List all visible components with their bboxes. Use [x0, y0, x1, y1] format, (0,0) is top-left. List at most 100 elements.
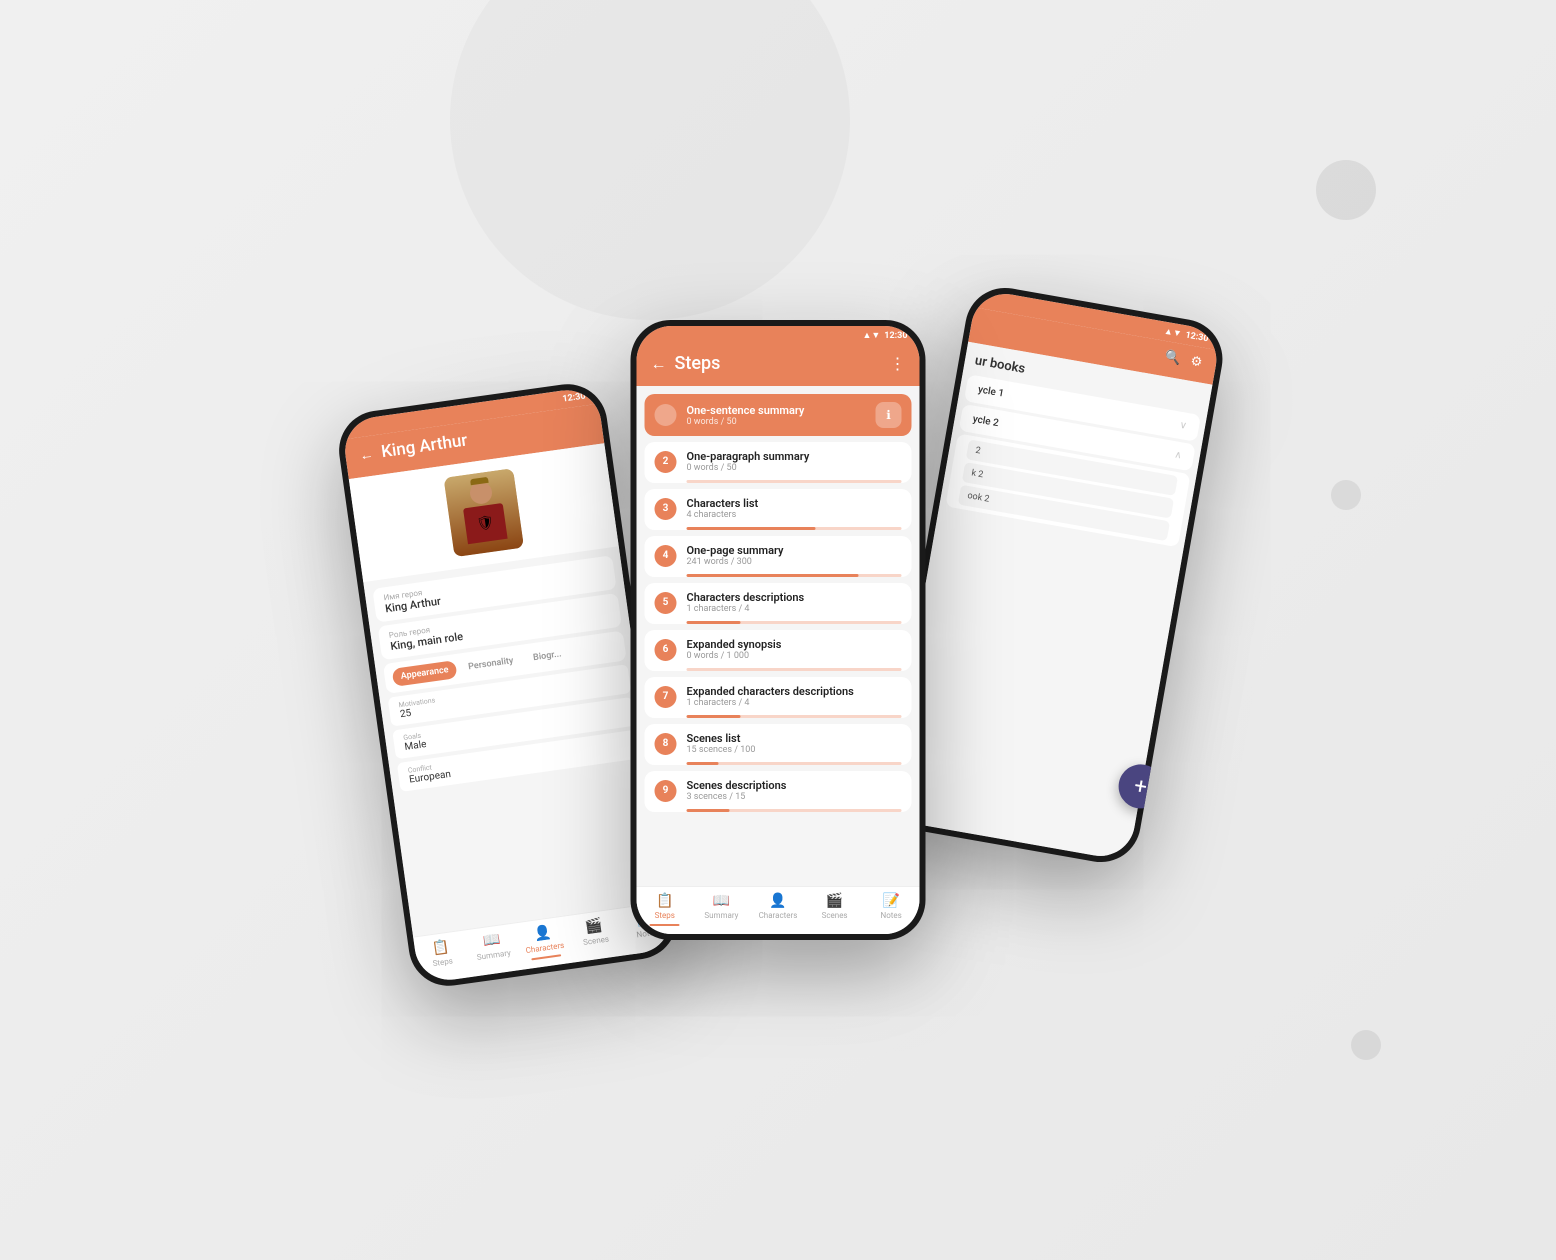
step-subtitle-6: 0 words / 1 000	[687, 651, 902, 661]
step-content-5: Characters descriptions 1 characters / 4	[687, 591, 902, 614]
right-signal: ▲▼	[1163, 326, 1182, 340]
step-num-1	[655, 404, 677, 426]
center-chars-icon: 👤	[769, 893, 786, 909]
center-scenes-icon: 🎬	[826, 893, 843, 909]
char-avatar: 🛡	[444, 468, 524, 557]
step-item-8[interactable]: 8 Scenes list 15 scences / 100	[645, 724, 912, 765]
center-back-icon[interactable]: ←	[651, 354, 667, 374]
step-progress-8	[687, 762, 902, 765]
center-nav-summary[interactable]: 📖 Summary	[693, 893, 750, 926]
right-search-icon[interactable]: 🔍	[1163, 349, 1182, 367]
left-chars-label: Characters	[525, 941, 565, 955]
step-subtitle-9: 3 scences / 15	[687, 792, 902, 802]
left-steps-icon: 📋	[431, 939, 450, 957]
left-phone-screen: 12:30 ← King Arthur	[341, 386, 676, 984]
step-item-5[interactable]: 5 Characters descriptions 1 characters /…	[645, 583, 912, 624]
char-tab-biogr[interactable]: Biogr...	[524, 644, 571, 668]
right-item-title-2: ycle 2	[972, 414, 1000, 429]
step-progress-fill-9	[687, 809, 730, 812]
step-title-7: Expanded characters descriptions	[687, 685, 902, 698]
center-notes-label: Notes	[881, 911, 902, 920]
step-progress-5	[687, 621, 902, 624]
left-nav-steps[interactable]: 📋 Steps	[414, 936, 470, 976]
center-nav-notes[interactable]: 📝 Notes	[863, 893, 920, 926]
center-steps-label: Steps	[655, 911, 675, 920]
step-item-2[interactable]: 2 One-paragraph summary 0 words / 50	[645, 442, 912, 483]
center-title: Steps	[675, 353, 882, 374]
step-title-8: Scenes list	[687, 732, 902, 745]
center-app-bar: ← Steps ⋮	[637, 345, 920, 386]
step-num-3: 3	[655, 498, 677, 520]
step-num-7: 7	[655, 686, 677, 708]
center-phone-screen: ▲▼ 12:30 ← Steps ⋮ One-sentence summary …	[637, 326, 920, 934]
step-num-2: 2	[655, 451, 677, 473]
left-nav-scenes[interactable]: 🎬 Scenes	[567, 915, 623, 955]
char-tab-personality[interactable]: Personality	[459, 651, 522, 677]
right-chevron-2: ∧	[1173, 449, 1182, 461]
left-back-icon[interactable]: ←	[358, 445, 374, 464]
step-item-4[interactable]: 4 One-page summary 241 words / 300	[645, 536, 912, 577]
center-steps-list: One-sentence summary 0 words / 50 ℹ 2 On…	[637, 386, 920, 886]
char-tab-appearance[interactable]: Appearance	[392, 660, 458, 687]
center-status-bar: ▲▼ 12:30	[637, 326, 920, 345]
step-subtitle-2: 0 words / 50	[687, 463, 902, 473]
step-subtitle-8: 15 scences / 100	[687, 745, 902, 755]
center-nav-characters[interactable]: 👤 Characters	[750, 893, 807, 926]
right-phone-screen: ▲▼ 12:30 🔍 ⚙ ur books ycle 1 ∨ ycle 2 ∧	[884, 289, 1222, 862]
step-num-8: 8	[655, 733, 677, 755]
step-title-3: Characters list	[687, 497, 902, 510]
center-chars-label: Characters	[759, 911, 798, 920]
step-title-6: Expanded synopsis	[687, 638, 902, 651]
step-num-5: 5	[655, 592, 677, 614]
step-item-6[interactable]: 6 Expanded synopsis 0 words / 1 000	[645, 630, 912, 671]
step-progress-fill-7	[687, 715, 741, 718]
left-nav-summary[interactable]: 📖 Summary	[465, 929, 521, 969]
step-progress-fill-4	[687, 574, 859, 577]
step-item-9[interactable]: 9 Scenes descriptions 3 scences / 15	[645, 771, 912, 812]
center-menu-icon[interactable]: ⋮	[890, 354, 906, 373]
step-content-2: One-paragraph summary 0 words / 50	[687, 450, 902, 473]
step-title-5: Characters descriptions	[687, 591, 902, 604]
scene-container: 12:30 ← King Arthur	[328, 80, 1228, 1180]
step-progress-3	[687, 527, 902, 530]
center-notes-icon: 📝	[882, 893, 899, 909]
center-steps-icon: 📋	[656, 893, 673, 909]
step-content-4: One-page summary 241 words / 300	[687, 544, 902, 567]
step-info-btn-1[interactable]: ℹ	[876, 402, 902, 428]
center-time: 12:30	[884, 331, 907, 341]
step-num-9: 9	[655, 780, 677, 802]
center-summary-label: Summary	[704, 911, 738, 920]
center-nav-steps[interactable]: 📋 Steps	[637, 893, 694, 926]
step-progress-fill-8	[687, 762, 719, 765]
step-item-3[interactable]: 3 Characters list 4 characters	[645, 489, 912, 530]
bg-decoration-2	[1316, 160, 1376, 220]
right-phone: ▲▼ 12:30 🔍 ⚙ ur books ycle 1 ∨ ycle 2 ∧	[877, 282, 1229, 869]
step-progress-9	[687, 809, 902, 812]
step-progress-2	[687, 480, 902, 483]
right-settings-icon[interactable]: ⚙	[1189, 354, 1203, 371]
right-item-title-1: ycle 1	[977, 384, 1005, 399]
step-progress-fill-3	[687, 527, 816, 530]
step-subtitle-3: 4 characters	[687, 510, 902, 520]
fab-icon: +	[1132, 773, 1149, 800]
center-nav-scenes[interactable]: 🎬 Scenes	[806, 893, 863, 926]
step-content-1: One-sentence summary 0 words / 50	[687, 404, 866, 427]
center-signal: ▲▼	[862, 330, 880, 341]
step-item-1[interactable]: One-sentence summary 0 words / 50 ℹ	[645, 394, 912, 436]
bg-decoration-3	[1331, 480, 1361, 510]
step-num-6: 6	[655, 639, 677, 661]
king-figure: 🛡	[444, 468, 524, 557]
step-item-7[interactable]: 7 Expanded characters descriptions 1 cha…	[645, 677, 912, 718]
left-summary-icon: 📖	[482, 932, 501, 950]
step-num-4: 4	[655, 545, 677, 567]
step-progress-7	[687, 715, 902, 718]
step-progress-6	[687, 668, 902, 671]
step-content-7: Expanded characters descriptions 1 chara…	[687, 685, 902, 708]
left-nav-characters[interactable]: 👤 Characters	[516, 922, 572, 962]
right-time: 12:30	[1185, 330, 1210, 344]
center-phone: ▲▼ 12:30 ← Steps ⋮ One-sentence summary …	[631, 320, 926, 940]
left-steps-label: Steps	[432, 956, 453, 968]
step-subtitle-5: 1 characters / 4	[687, 604, 902, 614]
center-bottom-nav: 📋 Steps 📖 Summary 👤 Characters 🎬 Scenes …	[637, 886, 920, 934]
step-subtitle-4: 241 words / 300	[687, 557, 902, 567]
